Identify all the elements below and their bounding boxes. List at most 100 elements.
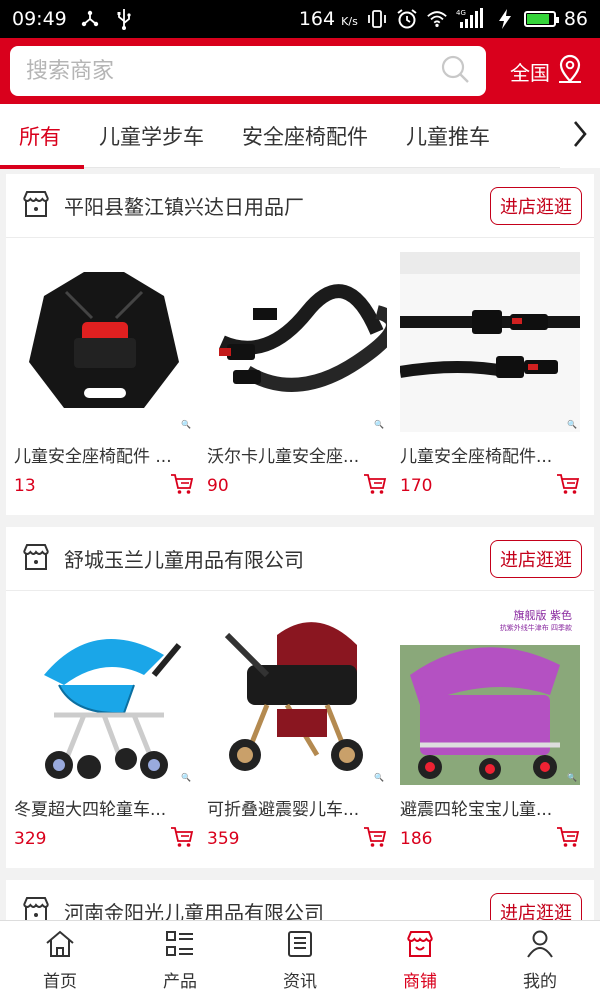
tabs-scroll-button[interactable] bbox=[560, 104, 600, 168]
user-icon bbox=[524, 929, 556, 964]
product-price: 359 bbox=[207, 829, 240, 849]
alarm-icon bbox=[396, 8, 418, 30]
zoom-icon: 🔍 bbox=[567, 420, 577, 429]
speed-value: 164 bbox=[298, 8, 336, 30]
product-price: 329 bbox=[14, 829, 47, 849]
signal-icon: 4G bbox=[456, 8, 486, 30]
chevron-right-icon bbox=[572, 120, 588, 152]
vibrate-icon bbox=[366, 8, 388, 30]
news-icon bbox=[284, 929, 316, 964]
region-selector[interactable]: 全国 bbox=[510, 54, 590, 89]
product-badge-subtitle: 抗紫外线牛津布 四季款 bbox=[499, 624, 572, 632]
shop-card: 舒城玉兰儿童用品有限公司 进店逛逛 🔍 冬夏超大四轮童车... 329 🔍 可折… bbox=[6, 527, 594, 868]
tab-stroller[interactable]: 儿童推车 bbox=[387, 104, 509, 168]
product-image[interactable]: 🔍 bbox=[14, 252, 194, 432]
nav-label: 我的 bbox=[523, 972, 557, 992]
share-icon bbox=[79, 8, 101, 30]
visit-store-button[interactable]: 进店逛逛 bbox=[490, 186, 582, 225]
product-image[interactable]: 🔍 bbox=[207, 252, 387, 432]
wifi-icon bbox=[426, 8, 448, 30]
cart-icon[interactable] bbox=[556, 826, 580, 852]
product-card[interactable]: 🔍 儿童安全座椅配件 ... 13 bbox=[14, 252, 194, 499]
product-card[interactable]: 🔍 儿童安全座椅配件... 170 bbox=[400, 252, 580, 499]
product-card[interactable]: 旗舰版 紫色 抗紫外线牛津布 四季款 🔍 避震四轮宝宝儿童... 186 bbox=[400, 605, 580, 852]
nav-label: 首页 bbox=[43, 972, 77, 992]
product-row: 🔍 冬夏超大四轮童车... 329 🔍 可折叠避震婴儿车... 359 旗舰版 … bbox=[6, 591, 594, 868]
shop-name: 舒城玉兰儿童用品有限公司 bbox=[64, 548, 304, 572]
product-card[interactable]: 🔍 可折叠避震婴儿车... 359 bbox=[207, 605, 387, 852]
product-title: 儿童安全座椅配件... bbox=[400, 447, 553, 467]
region-label: 全国 bbox=[510, 60, 550, 85]
shop-header[interactable]: 平阳县鳌江镇兴达日用品厂 进店逛逛 bbox=[6, 174, 594, 238]
battery-icon bbox=[523, 11, 559, 27]
bottom-nav: 首页 产品 资讯 商铺 我的 bbox=[0, 920, 600, 1000]
product-price: 90 bbox=[207, 476, 229, 496]
header: 全国 bbox=[0, 38, 600, 104]
cart-icon[interactable] bbox=[363, 826, 387, 852]
nav-profile[interactable]: 我的 bbox=[480, 921, 600, 1000]
product-price: 170 bbox=[400, 476, 433, 496]
product-price: 13 bbox=[14, 476, 36, 496]
product-badge: 旗舰版 紫色 bbox=[513, 609, 573, 622]
zoom-icon: 🔍 bbox=[374, 420, 384, 429]
shop-card: 平阳县鳌江镇兴达日用品厂 进店逛逛 🔍 儿童安全座椅配件 ... 13 🔍 沃尔… bbox=[6, 174, 594, 515]
product-title: 儿童安全座椅配件 ... bbox=[14, 447, 172, 467]
tab-label: 安全座椅配件 bbox=[242, 124, 368, 149]
store-icon bbox=[20, 541, 52, 577]
cart-icon[interactable] bbox=[170, 473, 194, 499]
product-title: 沃尔卡儿童安全座... bbox=[207, 447, 360, 467]
shop-header[interactable]: 舒城玉兰儿童用品有限公司 进店逛逛 bbox=[6, 527, 594, 591]
product-row: 🔍 儿童安全座椅配件 ... 13 🔍 沃尔卡儿童安全座... 90 🔍 儿童安… bbox=[6, 238, 594, 515]
home-icon bbox=[44, 929, 76, 964]
cart-icon[interactable] bbox=[170, 826, 194, 852]
nav-label: 商铺 bbox=[403, 972, 437, 992]
tab-walker[interactable]: 儿童学步车 bbox=[80, 104, 223, 168]
search-icon[interactable] bbox=[440, 54, 470, 88]
nav-stores[interactable]: 商铺 bbox=[360, 921, 480, 1000]
product-image[interactable]: 🔍 bbox=[14, 605, 194, 785]
category-tabs: 所有 儿童学步车 安全座椅配件 儿童推车 bbox=[0, 104, 600, 169]
usb-icon bbox=[113, 8, 135, 30]
product-image[interactable]: 旗舰版 紫色 抗紫外线牛津布 四季款 🔍 bbox=[400, 605, 580, 785]
tab-label: 儿童学步车 bbox=[99, 124, 204, 149]
nav-label: 资讯 bbox=[283, 972, 317, 992]
zoom-icon: 🔍 bbox=[374, 773, 384, 782]
charging-icon bbox=[494, 8, 516, 30]
nav-news[interactable]: 资讯 bbox=[240, 921, 360, 1000]
tab-seat-accessories[interactable]: 安全座椅配件 bbox=[223, 104, 387, 168]
zoom-icon: 🔍 bbox=[567, 773, 577, 782]
cart-icon[interactable] bbox=[363, 473, 387, 499]
product-card[interactable]: 🔍 冬夏超大四轮童车... 329 bbox=[14, 605, 194, 852]
product-title: 避震四轮宝宝儿童... bbox=[400, 800, 553, 820]
product-title: 冬夏超大四轮童车... bbox=[14, 800, 167, 820]
status-time: 09:49 bbox=[12, 8, 67, 30]
product-title: 可折叠避震婴儿车... bbox=[207, 800, 360, 820]
cart-icon[interactable] bbox=[556, 473, 580, 499]
network-speed: 164 K/s bbox=[299, 8, 358, 30]
nav-home[interactable]: 首页 bbox=[0, 921, 120, 1000]
list-icon bbox=[164, 929, 196, 964]
location-pin-icon bbox=[556, 54, 584, 89]
status-bar: 09:49 164 K/s 4G 86 bbox=[0, 0, 600, 38]
zoom-icon: 🔍 bbox=[181, 773, 191, 782]
store-icon bbox=[404, 929, 436, 964]
battery-percent: 86 bbox=[563, 8, 588, 30]
svg-text:4G: 4G bbox=[456, 9, 466, 17]
search-input[interactable] bbox=[26, 58, 440, 84]
product-price: 186 bbox=[400, 829, 433, 849]
store-icon bbox=[20, 188, 52, 224]
visit-store-button[interactable]: 进店逛逛 bbox=[490, 539, 582, 578]
product-image[interactable]: 🔍 bbox=[400, 252, 580, 432]
zoom-icon: 🔍 bbox=[181, 420, 191, 429]
shop-name: 平阳县鳌江镇兴达日用品厂 bbox=[64, 195, 304, 219]
product-card[interactable]: 🔍 沃尔卡儿童安全座... 90 bbox=[207, 252, 387, 499]
shop-feed: 平阳县鳌江镇兴达日用品厂 进店逛逛 🔍 儿童安全座椅配件 ... 13 🔍 沃尔… bbox=[6, 174, 594, 956]
search-box[interactable] bbox=[10, 46, 486, 96]
nav-products[interactable]: 产品 bbox=[120, 921, 240, 1000]
tab-label: 所有 bbox=[19, 124, 61, 149]
tab-label: 儿童推车 bbox=[406, 124, 490, 149]
speed-unit: K/s bbox=[341, 15, 358, 28]
nav-label: 产品 bbox=[163, 972, 197, 992]
tab-all[interactable]: 所有 bbox=[0, 104, 84, 169]
product-image[interactable]: 🔍 bbox=[207, 605, 387, 785]
